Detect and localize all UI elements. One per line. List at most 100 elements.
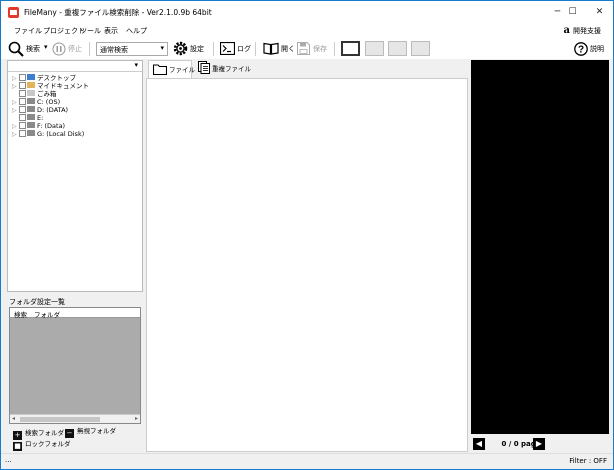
scroll-right-icon[interactable]: ▸	[135, 415, 138, 422]
open-book-icon[interactable]	[263, 42, 279, 55]
toolbar-separator	[213, 42, 214, 56]
tree-item-desktop[interactable]: ▷ デスクトップ	[12, 74, 76, 82]
tree-item-label: D: (DATA)	[37, 106, 69, 114]
tab-lock-folder[interactable]: ■ ロックフォルダ	[13, 438, 71, 451]
toolbar-separator	[255, 42, 256, 56]
recycle-bin-icon	[27, 90, 35, 96]
search-button[interactable]: 検索	[26, 44, 40, 54]
folder-icon	[152, 64, 168, 76]
tree-checkbox[interactable]	[19, 122, 26, 129]
tree-checkbox[interactable]	[19, 74, 26, 81]
drive-icon	[27, 98, 35, 104]
stop-icon	[52, 42, 66, 56]
prev-page-button[interactable]: ◀	[473, 438, 485, 450]
expand-icon[interactable]: ▷	[12, 131, 19, 139]
tree-item-label: C: (OS)	[37, 98, 61, 106]
maximize-button[interactable]: ☐	[559, 1, 586, 23]
layout-single-button[interactable]	[341, 41, 360, 56]
save-icon	[297, 42, 310, 55]
tree-item-drive-e[interactable]: E:	[12, 114, 43, 122]
tree-item-label: ごみ箱	[37, 90, 57, 98]
svg-text:?: ?	[578, 45, 584, 56]
tree-checkbox[interactable]	[19, 82, 26, 89]
search-mode-value: 通常検索	[100, 46, 128, 54]
help-button[interactable]: 説明	[590, 44, 604, 54]
open-button[interactable]: 開く	[281, 44, 295, 54]
tree-item-label: E:	[37, 114, 44, 122]
preview-pane	[471, 60, 609, 434]
toolbar-separator	[334, 42, 335, 56]
tree-item-recycle-bin[interactable]: ごみ箱	[12, 90, 57, 98]
tree-item-label: G: (Local Disk)	[37, 130, 85, 138]
layout-split-4-button[interactable]	[411, 41, 430, 56]
terminal-icon[interactable]	[220, 42, 235, 55]
menu-project[interactable]: プロジェクト	[43, 26, 85, 36]
save-button[interactable]: 保存	[313, 44, 327, 54]
tree-checkbox[interactable]	[19, 90, 26, 97]
tree-item-drive-d[interactable]: ▷ D: (DATA)	[12, 106, 68, 114]
dev-support-label: 開発支援	[573, 27, 601, 35]
dev-support-link[interactable]: a 開発支援	[564, 25, 601, 36]
column-header-search[interactable]: 検索	[14, 309, 27, 319]
status-dots: ...	[5, 456, 12, 464]
tree-checkbox[interactable]	[19, 106, 26, 113]
tree-checkbox[interactable]	[19, 130, 26, 137]
status-bar: ... Filter : OFF	[1, 453, 613, 469]
scroll-left-icon[interactable]: ◂	[12, 415, 15, 422]
next-page-button[interactable]: ▶	[533, 438, 545, 450]
page-navigator: ◀ 0 / 0 page ▶	[471, 436, 609, 452]
tab-file[interactable]: ファイル	[148, 60, 195, 78]
tree-item-label: デスクトップ	[37, 74, 76, 82]
drive-icon	[27, 114, 35, 120]
tree-item-drive-g[interactable]: ▷ G: (Local Disk)	[12, 130, 84, 138]
layout-split-3-button[interactable]	[388, 41, 407, 56]
app-icon	[8, 7, 19, 18]
menu-bar: ファイル プロジェクト ツール 表示 ヘルプ a 開発支援	[1, 23, 613, 39]
close-button[interactable]: ✕	[586, 1, 613, 23]
menu-file[interactable]: ファイル	[14, 26, 42, 36]
chevron-down-icon[interactable]: ▾	[134, 61, 138, 69]
tree-item-label: F: (Data)	[37, 122, 66, 130]
stop-button[interactable]: 停止	[68, 44, 82, 54]
window-title: FileMany - 重複ファイル検索削除 - Ver2.1.0.9b 64bi…	[24, 8, 212, 17]
center-tab-bar: ファイル 重複ファイル	[146, 60, 468, 78]
folder-settings-title: フォルダ設定一覧	[9, 298, 65, 306]
app-window: FileMany - 重複ファイル検索削除 - Ver2.1.0.9b 64bi…	[0, 0, 614, 470]
scrollbar-thumb[interactable]	[20, 417, 100, 422]
tree-item-documents[interactable]: ▷ マイドキュメント	[12, 82, 89, 90]
menu-help[interactable]: ヘルプ	[126, 26, 147, 36]
chevron-down-icon: ▾	[160, 44, 164, 52]
toolbar-separator	[89, 42, 90, 56]
menu-view[interactable]: 表示	[104, 26, 118, 36]
folder-remove-icon: −	[65, 429, 74, 438]
help-icon[interactable]: ?	[574, 42, 588, 56]
search-dropdown-arrow[interactable]: ▾	[44, 43, 48, 51]
horizontal-scrollbar[interactable]: ◂ ▸	[10, 414, 140, 423]
tab-label: 無視フォルダ	[77, 427, 116, 435]
documents-icon	[27, 82, 35, 88]
drive-icon	[27, 106, 35, 112]
tree-item-label: マイドキュメント	[37, 82, 89, 90]
layout-split-2-button[interactable]	[365, 41, 384, 56]
file-list-pane[interactable]	[146, 78, 468, 452]
folder-settings-list[interactable]: 検索 フォルダ ◂ ▸	[9, 307, 141, 424]
tree-checkbox[interactable]	[19, 98, 26, 105]
tab-duplicate-files[interactable]: 重複ファイル	[194, 60, 254, 78]
menu-tools[interactable]: ツール	[80, 26, 101, 36]
tree-item-drive-c[interactable]: ▷ C: (OS)	[12, 98, 60, 106]
drive-icon	[27, 130, 35, 136]
filter-status: Filter : OFF	[569, 457, 607, 465]
duplicate-files-icon	[198, 61, 210, 74]
folder-tree[interactable]: ▾ ▷ デスクトップ ▷ マイドキュメント ごみ箱 ▷ C: (OS) ▷ D: (DA…	[7, 60, 143, 292]
column-header-folder[interactable]: フォルダ	[34, 309, 60, 319]
tree-checkbox[interactable]	[19, 114, 26, 121]
toolbar: 検索 ▾ 停止 通常検索 ▾ 設定 ログ 開く 保存 ? 説明	[1, 39, 613, 59]
tab-ignore-folder[interactable]: − 無視フォルダ	[65, 425, 116, 438]
search-icon[interactable]	[8, 41, 24, 57]
settings-button[interactable]: 設定	[190, 44, 204, 54]
tree-item-drive-f[interactable]: ▷ F: (Data)	[12, 122, 65, 130]
gear-icon[interactable]	[173, 41, 188, 56]
title-bar: FileMany - 重複ファイル検索削除 - Ver2.1.0.9b 64bi…	[1, 1, 613, 23]
search-mode-select[interactable]: 通常検索 ▾	[96, 42, 168, 56]
log-button[interactable]: ログ	[237, 44, 251, 54]
